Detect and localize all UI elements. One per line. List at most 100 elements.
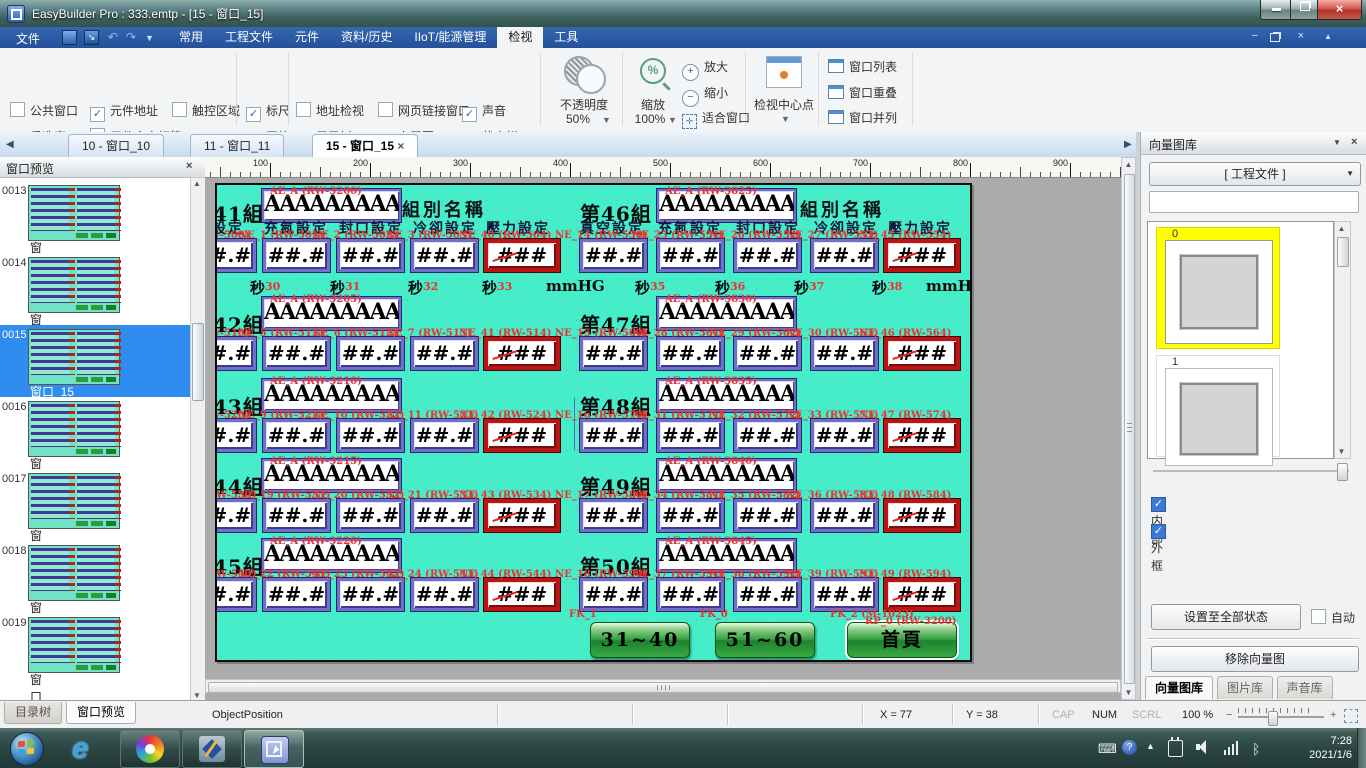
taskbar-browser-button[interactable]	[120, 730, 180, 768]
hmi-window-design[interactable]: 第41組AAAAAAAAAAAE_A (RW-3200)組別名稱真空設定充氮設定…	[215, 183, 972, 662]
nav-button-首頁[interactable]: 首頁	[847, 622, 957, 658]
vscroll-thumb[interactable]	[1124, 174, 1135, 684]
numeric-field-red[interactable]: ###	[884, 337, 960, 370]
canvas-horizontal-scrollbar[interactable]	[205, 679, 1121, 693]
canvas-scroll-up-icon[interactable]: ▲	[1122, 160, 1135, 169]
numeric-field[interactable]: ##.#	[580, 578, 647, 611]
numeric-field[interactable]: ##.#	[657, 578, 724, 611]
numeric-field[interactable]: ##.#	[734, 499, 801, 532]
seconds-label[interactable]: 秒32	[408, 277, 438, 298]
seconds-label[interactable]: 秒33	[482, 277, 512, 298]
library-filter-input[interactable]	[1149, 191, 1359, 213]
library-tab-图片库[interactable]: 图片库	[1217, 676, 1273, 699]
numeric-field-red[interactable]: ###	[884, 578, 960, 611]
numeric-field[interactable]: ##.#	[263, 337, 330, 370]
numeric-field[interactable]: ##.#	[337, 337, 404, 370]
numeric-field[interactable]: ##.#	[215, 239, 256, 272]
numeric-field[interactable]: ##.#	[734, 337, 801, 370]
panel-close-icon[interactable]: ×	[186, 160, 192, 172]
numeric-field[interactable]: ##.#	[657, 337, 724, 370]
view-checkbox-公共窗口[interactable]: 公共窗口	[10, 102, 78, 117]
tray-volume-icon[interactable]	[1196, 740, 1210, 754]
preview-thumbnail[interactable]	[28, 401, 120, 457]
hscroll-thumb[interactable]	[208, 682, 1118, 693]
ribbon-close-icon[interactable]: ×	[1298, 30, 1304, 42]
zoom-in-button[interactable]: +放大	[682, 58, 728, 81]
numeric-field[interactable]: ##.#	[734, 239, 801, 272]
scroll-down-icon[interactable]: ▼	[191, 691, 203, 700]
numeric-field-red[interactable]: ###	[484, 499, 560, 532]
numeric-field[interactable]: ##.#	[263, 239, 330, 272]
tray-network-signal-icon[interactable]	[1224, 739, 1242, 755]
checkbox-icon[interactable]	[10, 102, 25, 117]
checkbox-icon[interactable]: ✓	[90, 107, 105, 122]
numeric-field[interactable]: ##.#	[811, 419, 878, 452]
vector-item-0[interactable]: 0	[1156, 227, 1280, 349]
nav-button-51~60組[interactable]: 51~60組	[715, 622, 815, 658]
start-button[interactable]	[10, 732, 44, 766]
checkbox-icon[interactable]	[378, 102, 393, 117]
canvas-vertical-scrollbar[interactable]: ▲ ▼	[1121, 157, 1136, 700]
preview-thumbnail[interactable]	[28, 185, 120, 241]
checkbox-icon[interactable]	[172, 102, 187, 117]
numeric-field[interactable]: ##.#	[215, 337, 256, 370]
numeric-field[interactable]: ##.#	[263, 499, 330, 532]
numeric-field[interactable]: ##.#	[734, 578, 801, 611]
numeric-field[interactable]: ##.#	[580, 419, 647, 452]
panel-close-icon[interactable]: ×	[1351, 136, 1357, 148]
view-checkbox-声音[interactable]: ✓声音	[462, 102, 506, 117]
tray-keyboard-icon[interactable]: ⌨	[1098, 741, 1117, 757]
ribbon-restore-icon[interactable]	[1270, 33, 1280, 42]
panel-tab-窗口预览[interactable]: 窗口预览	[66, 702, 136, 724]
fit-window-button[interactable]: ✛适合窗口	[682, 109, 750, 129]
preview-scrollbar[interactable]: ▲ ▼	[190, 177, 206, 702]
view-checkbox-网页链接窗口[interactable]: 网页链接窗口	[378, 102, 470, 117]
compile-download-icon[interactable]: ↘	[84, 30, 99, 45]
window-list-button[interactable]: 窗口列表	[828, 58, 897, 75]
numeric-field[interactable]: ##.#	[657, 419, 724, 452]
file-menu[interactable]: 文件	[16, 30, 40, 47]
auto-checkbox[interactable]: 自动	[1311, 609, 1355, 627]
numeric-field[interactable]: ##.#	[580, 499, 647, 532]
numeric-field[interactable]: ##.#	[263, 419, 330, 452]
window-overlap-button[interactable]: 窗口重叠	[828, 84, 897, 101]
numeric-field-red[interactable]: ###	[884, 419, 960, 452]
minimize-button[interactable]	[1260, 0, 1292, 20]
view-checkbox-标尺[interactable]: ✓标尺	[246, 102, 290, 117]
library-select[interactable]: [ 工程文件 ] ▼	[1149, 162, 1361, 186]
numeric-field[interactable]: ##.#	[337, 419, 404, 452]
redo-icon[interactable]: ↷	[126, 30, 136, 44]
zoom-out-button[interactable]: −缩小	[682, 84, 728, 107]
preview-scroll-thumb[interactable]	[192, 323, 204, 401]
preview-thumbnail[interactable]	[28, 257, 120, 313]
tab-scroll-right-icon[interactable]: ▶	[1124, 139, 1132, 150]
view-checkbox-元件地址[interactable]: ✓元件地址	[90, 102, 158, 117]
ribbon-collapse-icon[interactable]: ▲	[1324, 32, 1332, 41]
canvas-scroll-down-icon[interactable]: ▼	[1122, 688, 1135, 697]
numeric-field[interactable]: ##.#	[811, 337, 878, 370]
numeric-field-red[interactable]: ###	[484, 239, 560, 272]
editor-canvas[interactable]: 100200300400500600700800900 第41組AAAAAAAA…	[205, 157, 1136, 700]
opacity-button[interactable]: 不透明度 50% ▼	[552, 52, 616, 128]
unit-label[interactable]: mmHG	[926, 277, 972, 295]
tray-help-icon[interactable]: ?	[1122, 740, 1137, 755]
quick-access-dropdown-icon[interactable]: ▼	[145, 33, 154, 43]
numeric-field-red[interactable]: ###	[484, 337, 560, 370]
restore-button[interactable]	[1290, 0, 1319, 20]
checkbox-icon[interactable]: ✓	[246, 107, 261, 122]
numeric-field[interactable]: ##.#	[411, 419, 478, 452]
ribbon-tab-检视[interactable]: 检视	[497, 27, 543, 48]
numeric-field[interactable]: ##.#	[337, 239, 404, 272]
close-button[interactable]: ×	[1317, 0, 1362, 20]
tray-clock[interactable]: 7:28 2021/1/6	[1282, 734, 1352, 762]
scroll-down-icon[interactable]: ▼	[1335, 447, 1348, 456]
ribbon-minimize-icon[interactable]: −	[1252, 30, 1258, 42]
numeric-field-red[interactable]: ###	[484, 578, 560, 611]
document-tab-11 - 窗口_11[interactable]: 11 - 窗口_11	[190, 134, 284, 157]
view-checkbox-地址检视[interactable]: 地址检视	[296, 102, 364, 117]
document-tab-10 - 窗口_10[interactable]: 10 - 窗口_10	[68, 134, 164, 157]
auto-checkbox-box[interactable]	[1311, 609, 1326, 624]
remove-vector-button[interactable]: 移除向量图	[1151, 646, 1359, 672]
numeric-field[interactable]: ##.#	[657, 499, 724, 532]
view-center-button[interactable]: 检视中心点 ▼	[752, 52, 816, 128]
